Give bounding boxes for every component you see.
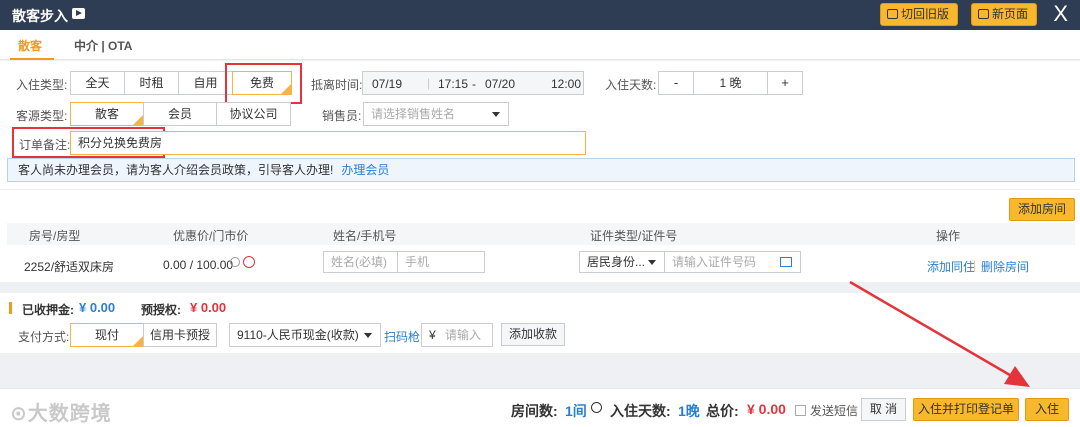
window-title: 散客步入 bbox=[12, 8, 68, 24]
member-notice: 客人尚未办理会员，请为客人介绍会员政策，引导客人办理! 办理会员 bbox=[7, 158, 1075, 182]
add-room-button[interactable]: 添加房间 bbox=[1009, 198, 1075, 221]
payment-method-label: 支付方式: bbox=[18, 330, 70, 344]
rooms-count-value: 1间 bbox=[565, 403, 587, 419]
highlight-box-free bbox=[225, 63, 302, 104]
id-number-input[interactable]: 请输入证件号码 bbox=[664, 251, 801, 273]
footer-nights-label: 入住天数: bbox=[610, 403, 671, 419]
arrive-depart-label: 抵离时间: bbox=[311, 78, 363, 92]
new-page-icon bbox=[978, 9, 989, 19]
guest-name-input[interactable]: 姓名(必填) bbox=[323, 251, 398, 273]
title-bar: 散客步入 切回旧版 新页面 X bbox=[0, 0, 1080, 30]
chevron-down-icon bbox=[492, 112, 500, 117]
section-marker bbox=[9, 302, 12, 314]
watermark-logo: ⊙大数跨境 bbox=[10, 403, 112, 425]
nights-value[interactable]: 1 晚 bbox=[693, 71, 768, 95]
col-price: 优惠价/门市价 bbox=[173, 229, 249, 243]
preauth-label: 预授权: bbox=[141, 303, 181, 317]
footer-nights-value: 1晚 bbox=[678, 403, 700, 419]
add-cohabitant-link[interactable]: 添加同住 bbox=[927, 258, 975, 275]
rooms-table-header: 房号/房型 优惠价/门市价 姓名/手机号 证件类型/证件号 操作 bbox=[7, 223, 1075, 245]
room-cell: 2252/舒适双床房 bbox=[24, 260, 115, 274]
checkin-print-button[interactable]: 入住并打印登记单 bbox=[913, 398, 1019, 421]
col-room: 房号/房型 bbox=[29, 229, 81, 243]
deposit-label: 已收押金: bbox=[22, 303, 74, 317]
payment-account-select[interactable]: 9110-人民币现金(收款) bbox=[229, 323, 381, 347]
end-date: 07/20 bbox=[485, 77, 516, 91]
col-actions: 操作 bbox=[936, 229, 961, 243]
close-icon[interactable]: X bbox=[1053, 2, 1068, 26]
range-dash: - bbox=[472, 77, 476, 91]
id-card-scan-icon[interactable] bbox=[780, 257, 792, 267]
guest-source-label: 客源类型: bbox=[16, 109, 68, 123]
total-value: ¥ 0.00 bbox=[747, 401, 786, 417]
nights-label: 入住天数: bbox=[605, 78, 657, 92]
checkin-type-full-day[interactable]: 全天 bbox=[70, 71, 125, 95]
active-tab-underline bbox=[10, 58, 54, 60]
payment-panel: 已收押金: ¥ 0.00 预授权: ¥ 0.00 支付方式: 现付 信用卡预授 … bbox=[0, 293, 1080, 353]
guest-source-walk-in[interactable]: 散客 bbox=[70, 102, 144, 126]
switch-icon bbox=[887, 9, 898, 19]
total-label: 总价: bbox=[706, 403, 739, 419]
deposit-value: ¥ 0.00 bbox=[79, 300, 116, 315]
tab-bar: 散客 中介 | OTA bbox=[0, 30, 1080, 60]
payment-amount-input[interactable]: ¥ 请输入 bbox=[421, 323, 493, 347]
col-name-phone: 姓名/手机号 bbox=[333, 229, 397, 243]
checkbox-icon bbox=[795, 405, 806, 416]
action-divider: | bbox=[973, 258, 977, 272]
guest-source-company[interactable]: 协议公司 bbox=[216, 102, 291, 126]
id-type-select[interactable]: 居民身份... bbox=[579, 251, 665, 273]
video-icon[interactable] bbox=[72, 8, 85, 19]
delete-room-link[interactable]: 删除房间 bbox=[981, 258, 1029, 275]
new-page-button[interactable]: 新页面 bbox=[971, 3, 1038, 26]
salesperson-label: 销售员: bbox=[322, 109, 362, 123]
member-notice-text: 客人尚未办理会员，请为客人介绍会员政策，引导客人办理! bbox=[18, 163, 334, 177]
preauth-value: ¥ 0.00 bbox=[190, 300, 227, 315]
guest-source-member[interactable]: 会员 bbox=[143, 102, 217, 126]
chevron-down-icon bbox=[364, 333, 372, 338]
send-sms-checkbox[interactable]: 发送短信 bbox=[795, 402, 858, 419]
nights-plus-button[interactable]: + bbox=[767, 71, 803, 95]
end-time: 12:00 bbox=[551, 77, 582, 91]
col-id: 证件类型/证件号 bbox=[590, 229, 678, 243]
register-member-link[interactable]: 办理会员 bbox=[341, 163, 389, 177]
order-remark-input[interactable]: 积分兑换免费房 bbox=[70, 131, 586, 155]
checkin-button[interactable]: 入住 bbox=[1025, 398, 1069, 421]
info-icon[interactable] bbox=[230, 257, 240, 267]
chevron-down-icon bbox=[648, 260, 656, 265]
payment-method-credit-preauth[interactable]: 信用卡预授 bbox=[143, 323, 217, 347]
info-icon[interactable] bbox=[591, 402, 602, 413]
guest-phone-input[interactable]: 手机 bbox=[397, 251, 485, 273]
checkin-type-label: 入住类型: bbox=[16, 78, 68, 92]
nights-minus-button[interactable]: - bbox=[658, 71, 694, 95]
add-payment-button[interactable]: 添加收款 bbox=[501, 323, 565, 346]
checkin-form: 入住类型: 全天 时租 自用 免费 抵离时间: 07/19 | 17:15 - … bbox=[0, 61, 1080, 189]
salesperson-select[interactable]: 请选择销售姓名 bbox=[363, 102, 509, 126]
checkin-type-hourly[interactable]: 时租 bbox=[124, 71, 179, 95]
footer-bar: ⊙大数跨境 房间数: 1间 入住天数: 1晚 总价: ¥ 0.00 发送短信 取… bbox=[0, 388, 1080, 427]
start-date: 07/19 bbox=[372, 77, 403, 91]
switch-old-version-button[interactable]: 切回旧版 bbox=[880, 3, 959, 26]
rooms-panel: 添加房间 房号/房型 优惠价/门市价 姓名/手机号 证件类型/证件号 操作 22… bbox=[0, 190, 1080, 282]
start-time: 17:15 bbox=[438, 77, 469, 91]
discount-badge-icon bbox=[243, 256, 255, 268]
tab-walk-in[interactable]: 散客 bbox=[18, 37, 42, 54]
payment-method-cash[interactable]: 现付 bbox=[70, 323, 144, 347]
tab-agency-ota[interactable]: 中介 | OTA bbox=[74, 37, 132, 54]
date-separator: | bbox=[427, 76, 431, 90]
cancel-button[interactable]: 取 消 bbox=[861, 398, 906, 421]
date-range-picker[interactable]: 07/19 | 17:15 - 07/20 12:00 bbox=[362, 71, 584, 95]
scan-gun-link[interactable]: 扫码枪 bbox=[384, 328, 420, 345]
price-cell: 0.00 / 100.00 bbox=[163, 258, 234, 272]
rooms-count-label: 房间数: bbox=[511, 403, 558, 419]
